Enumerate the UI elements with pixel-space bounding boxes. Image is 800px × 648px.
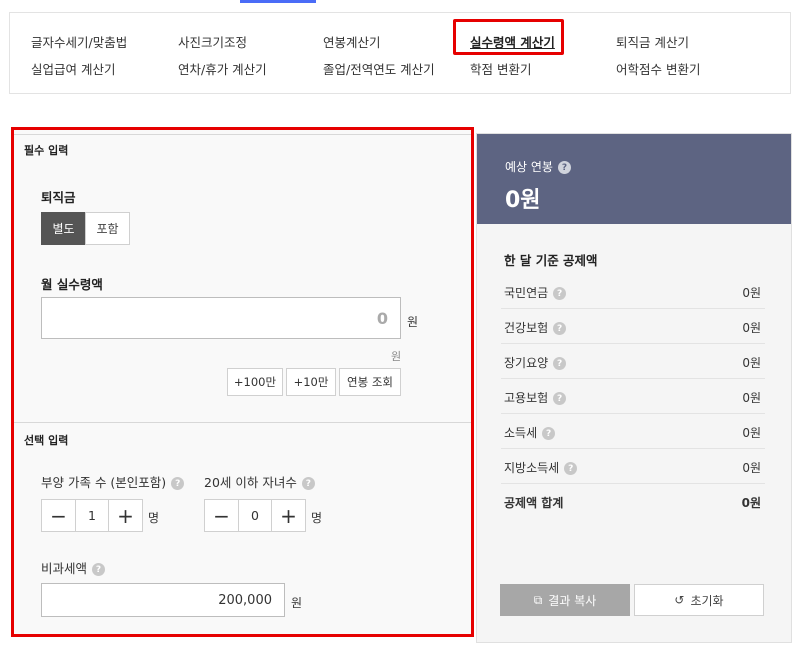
monthly-net-pay-input[interactable] <box>41 297 401 339</box>
monthly-unit-hint: 원 <box>391 350 402 363</box>
nav-item-photo-resize[interactable]: 사진크기조정 <box>178 32 247 51</box>
help-icon[interactable]: ? <box>553 392 567 405</box>
active-tab-indicator <box>240 0 316 3</box>
dependents-value: 1 <box>75 500 109 531</box>
dependents-unit: 명 <box>148 511 160 525</box>
help-icon[interactable]: ? <box>553 322 567 335</box>
deduction-row-local-income-tax: 지방소득세? 0원 <box>501 450 765 484</box>
help-icon[interactable]: ? <box>92 563 106 576</box>
reset-icon: ↺ <box>674 593 685 607</box>
help-icon[interactable]: ? <box>564 462 578 475</box>
help-icon[interactable]: ? <box>171 477 185 490</box>
help-icon[interactable]: ? <box>301 477 315 490</box>
deduction-row-long-term-care: 장기요양? 0원 <box>501 345 765 379</box>
nav-item-severance-calc[interactable]: 퇴직금 계산기 <box>616 32 689 51</box>
increment-button[interactable]: + <box>272 500 305 531</box>
reset-button[interactable]: ↺ 초기화 <box>634 584 764 616</box>
nontax-input[interactable] <box>41 583 285 617</box>
monthly-unit: 원 <box>407 315 419 329</box>
add-100k-button[interactable]: +10만 <box>286 368 336 396</box>
nontax-unit: 원 <box>291 596 303 610</box>
result-header: 예상 연봉? 0원 <box>477 134 791 224</box>
copy-result-button[interactable]: ⧉ 결과 복사 <box>500 584 630 616</box>
divider <box>14 134 471 135</box>
children-value: 0 <box>238 500 272 531</box>
children-unit: 명 <box>311 511 323 525</box>
deduction-row-income-tax: 소득세? 0원 <box>501 415 765 449</box>
help-icon[interactable]: ? <box>553 357 567 370</box>
optional-section-title: 선택 입력 <box>24 434 69 447</box>
deduction-row-total: 공제액 합계 0원 <box>504 496 761 510</box>
increment-button[interactable]: + <box>109 500 142 531</box>
required-section-title: 필수 입력 <box>24 144 69 157</box>
active-nav-highlight <box>453 19 564 55</box>
salary-lookup-button[interactable]: 연봉 조회 <box>339 368 401 396</box>
nav-item-gpa-converter[interactable]: 학점 변환기 <box>470 59 531 78</box>
monthly-net-pay-label: 월 실수령액 <box>41 277 103 292</box>
expected-salary-label: 예상 연봉? <box>505 158 571 175</box>
divider <box>14 422 471 423</box>
nav-item-char-count[interactable]: 글자수세기/맞춤법 <box>31 32 127 51</box>
nav-item-unemployment-calc[interactable]: 실업급여 계산기 <box>31 59 115 78</box>
severance-separate-button[interactable]: 별도 <box>41 212 86 245</box>
dependents-label: 부양 가족 수 (본인포함)? <box>41 472 185 491</box>
deduction-row-health-insurance: 건강보험? 0원 <box>501 310 765 344</box>
nav-item-graduation-calc[interactable]: 졸업/전역연도 계산기 <box>323 59 435 78</box>
help-icon[interactable]: ? <box>553 287 567 300</box>
deduction-row-employment-insurance: 고용보험? 0원 <box>501 380 765 414</box>
deduction-title: 한 달 기준 공제액 <box>504 253 598 268</box>
nav-item-salary-calc[interactable]: 연봉계산기 <box>323 32 381 51</box>
children-label: 20세 이하 자녀수? <box>204 472 315 491</box>
severance-included-button[interactable]: 포함 <box>85 212 130 245</box>
decrement-button[interactable]: − <box>42 500 75 531</box>
children-stepper: − 0 + <box>204 499 306 532</box>
calculator-nav: 글자수세기/맞춤법 사진크기조정 연봉계산기 실수령액 계산기 퇴직금 계산기 … <box>9 12 791 94</box>
deduction-row-national-pension: 국민연금? 0원 <box>501 275 765 309</box>
input-panel: 필수 입력 퇴직금 별도 포함 월 실수령액 원 원 +100만 +10만 연봉… <box>11 127 474 637</box>
severance-label: 퇴직금 <box>41 190 76 205</box>
dependents-stepper: − 1 + <box>41 499 143 532</box>
nav-item-language-score-converter[interactable]: 어학점수 변환기 <box>616 59 700 78</box>
expected-salary-value: 0원 <box>505 188 541 213</box>
decrement-button[interactable]: − <box>205 500 238 531</box>
result-panel: 예상 연봉? 0원 한 달 기준 공제액 국민연금? 0원 건강보험? 0원 장… <box>476 133 792 643</box>
copy-icon: ⧉ <box>533 592 543 607</box>
help-icon[interactable]: ? <box>557 161 571 174</box>
add-1m-button[interactable]: +100만 <box>227 368 283 396</box>
nav-item-leave-calc[interactable]: 연차/휴가 계산기 <box>178 59 267 78</box>
nontax-label: 비과세액? <box>41 558 106 577</box>
help-icon[interactable]: ? <box>542 427 556 440</box>
